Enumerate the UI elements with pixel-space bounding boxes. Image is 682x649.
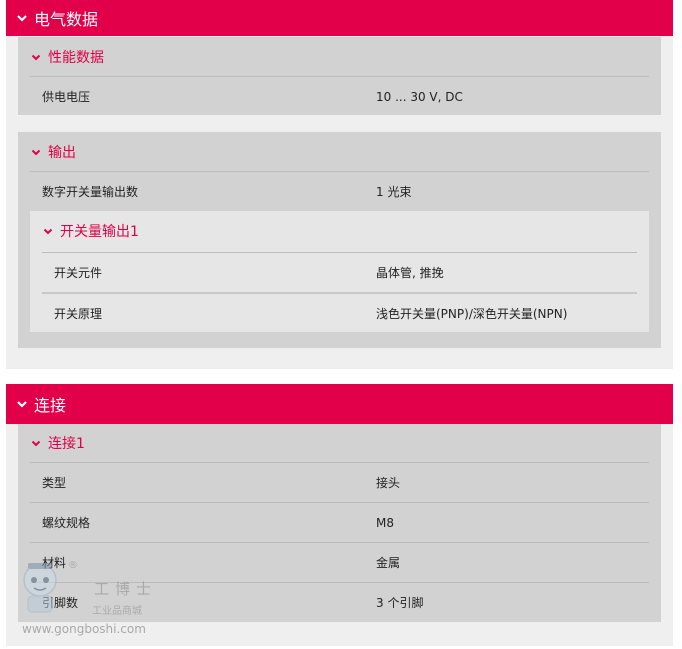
watermark-tagline: 工业品商城 (92, 606, 142, 617)
row-label: 数字开关量输出数 (42, 185, 139, 199)
chevron-down-icon (30, 437, 42, 449)
row-value: 10 ... 30 V, DC (376, 89, 463, 104)
watermark-logo: 工博士 工业品商城 ® www.gongboshi.com (14, 560, 194, 640)
row-label: 供电电压 (42, 90, 91, 104)
subsection-title: 连接1 (48, 436, 85, 452)
row-value: 3 个引脚 (376, 596, 424, 610)
section-title: 连接 (34, 396, 67, 415)
robot-mascot-icon (23, 563, 57, 613)
row-value: 晶体管, 推挽 (376, 266, 444, 280)
row-value: 1 光束 (376, 185, 412, 199)
row-label: 开关原理 (54, 306, 103, 321)
row-label: 螺纹规格 (42, 516, 91, 530)
row-label: 类型 (42, 476, 67, 490)
row-value: 金属 (376, 556, 401, 570)
row-label: 开关元件 (54, 266, 103, 280)
subsection-header-performance[interactable]: 性能数据 (18, 37, 661, 77)
table-row: 类型 接头 (30, 462, 649, 502)
subsection-header-switch-output-1[interactable]: 开关量输出1 (30, 211, 649, 251)
chevron-down-icon (30, 146, 42, 158)
chevron-down-icon (42, 225, 54, 237)
subsection-title: 开关量输出1 (60, 224, 139, 240)
subsection-header-connection-1[interactable]: 连接1 (18, 424, 661, 462)
row-value: M8 (376, 515, 394, 530)
table-row: 开关原理 浅色开关量(PNP)/深色开关量(NPN) (42, 292, 637, 332)
row-value: 接头 (376, 476, 401, 490)
section-electrical: 电气数据 性能数据 供电电压 10 ... 30 V, DC 输出 数字开关量输… (6, 0, 673, 369)
table-row: 数字开关量输出数 1 光束 (30, 171, 649, 211)
subsection-header-output[interactable]: 输出 (18, 132, 661, 172)
panel-switch-output-1: 开关量输出1 开关元件 晶体管, 推挽 开关原理 浅色开关量(PNP)/深色开关… (30, 211, 649, 332)
section-header-connection[interactable]: 连接 (6, 384, 673, 424)
chevron-down-icon (16, 12, 28, 24)
subsection-title: 性能数据 (48, 50, 104, 66)
row-value: 浅色开关量(PNP)/深色开关量(NPN) (376, 306, 568, 321)
section-title: 电气数据 (34, 10, 99, 29)
watermark-registered: ® (68, 560, 78, 571)
panel-output: 输出 数字开关量输出数 1 光束 开关量输出1 开关元件 晶体管, 推挽 开关原… (18, 132, 661, 348)
panel-performance: 性能数据 供电电压 10 ... 30 V, DC (18, 37, 661, 115)
watermark-url: www.gongboshi.com (22, 622, 146, 636)
chevron-down-icon (30, 51, 42, 63)
table-row: 供电电压 10 ... 30 V, DC (30, 76, 649, 116)
chevron-down-icon (16, 398, 28, 410)
table-row: 开关元件 晶体管, 推挽 (42, 252, 637, 292)
subsection-title: 输出 (48, 145, 76, 161)
table-row: 螺纹规格 M8 (30, 502, 649, 542)
section-header-electrical[interactable]: 电气数据 (6, 0, 673, 36)
watermark-brand: 工博士 (94, 580, 158, 598)
